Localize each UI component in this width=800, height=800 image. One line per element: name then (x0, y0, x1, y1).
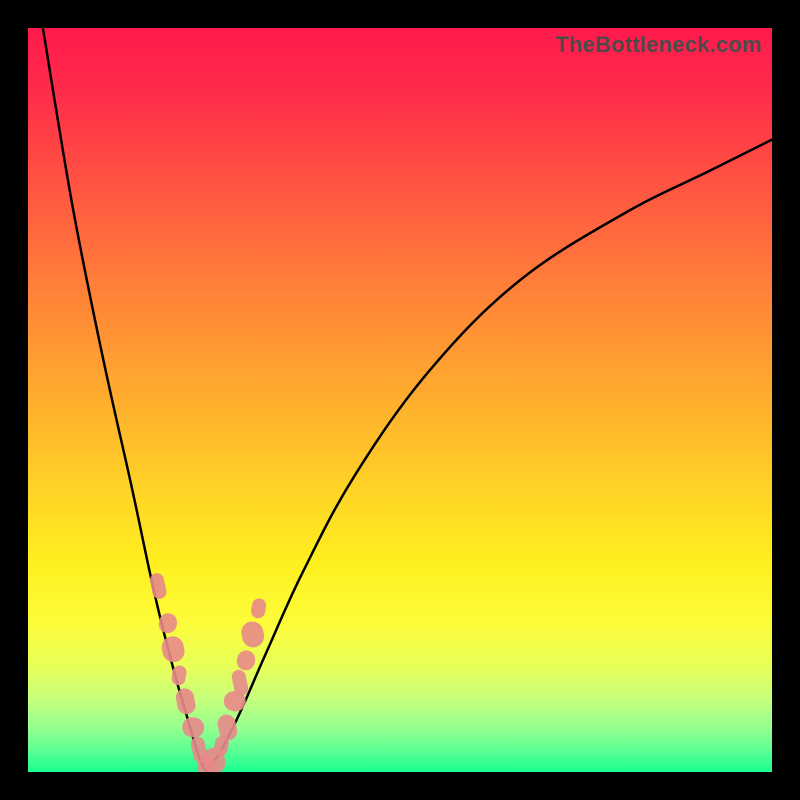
marker-point (160, 634, 187, 664)
marker-point (174, 687, 197, 716)
marker-point (235, 649, 256, 672)
curve-layer (28, 28, 772, 772)
marker-group (149, 572, 268, 772)
curve-right-branch (207, 140, 772, 772)
watermark-text: TheBottleneck.com (556, 32, 762, 58)
marker-point (239, 619, 266, 649)
plot-area: TheBottleneck.com (28, 28, 772, 772)
curve-left-branch (43, 28, 207, 772)
marker-point (181, 716, 206, 740)
marker-point (250, 597, 267, 619)
chart-frame: TheBottleneck.com (0, 0, 800, 800)
marker-point (149, 572, 168, 600)
